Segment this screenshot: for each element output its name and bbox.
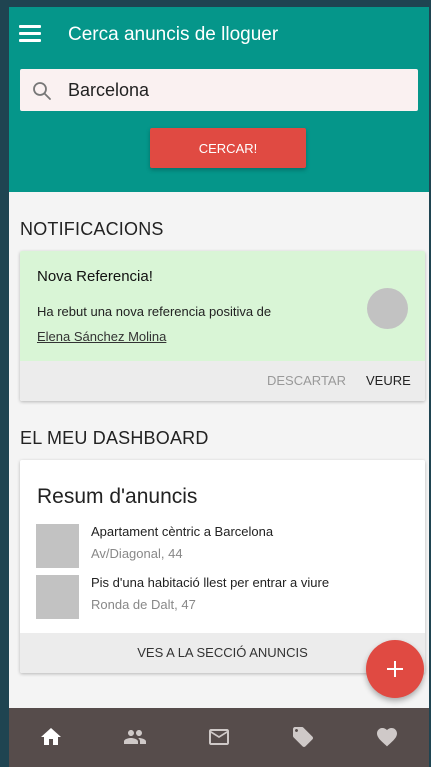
notification-card: Nova Referencia! Ha rebut una nova refer… bbox=[20, 251, 425, 401]
notification-actions: DESCARTAR VEURE bbox=[20, 361, 425, 401]
listing-thumbnail bbox=[36, 575, 79, 619]
bottom-navigation bbox=[9, 708, 429, 767]
heart-icon bbox=[377, 728, 397, 747]
search-bar[interactable] bbox=[20, 69, 418, 111]
listing-thumbnail bbox=[36, 524, 79, 568]
go-to-listings-button[interactable]: VES A LA SECCIÓ ANUNCIS bbox=[20, 633, 425, 673]
dismiss-button[interactable]: DESCARTAR bbox=[267, 361, 346, 401]
dashboard-card: Resum d'anuncis Apartament cèntric a Bar… bbox=[20, 460, 425, 673]
notification-text: Ha rebut una nova referencia positiva de bbox=[37, 304, 272, 319]
add-listing-button[interactable] bbox=[366, 640, 424, 698]
dashboard-actions: VES A LA SECCIÓ ANUNCIS bbox=[20, 633, 425, 673]
listing-address: Av/Diagonal, 44 bbox=[91, 546, 183, 561]
nav-favorites[interactable] bbox=[345, 708, 429, 767]
menu-icon[interactable] bbox=[19, 25, 41, 43]
referrer-link[interactable]: Elena Sánchez Molina bbox=[37, 329, 166, 344]
nav-offers[interactable] bbox=[261, 708, 345, 767]
avatar bbox=[367, 288, 408, 329]
plus-icon bbox=[387, 661, 403, 677]
app-screen: Cerca anuncis de lloguer CERCAR! NOTIFIC… bbox=[9, 7, 429, 767]
nav-people[interactable] bbox=[93, 708, 177, 767]
notification-body: Nova Referencia! Ha rebut una nova refer… bbox=[20, 251, 425, 361]
nav-messages[interactable] bbox=[177, 708, 261, 767]
listing-item[interactable]: Apartament cèntric a Barcelona Av/Diagon… bbox=[36, 524, 416, 568]
app-header: Cerca anuncis de lloguer CERCAR! bbox=[9, 7, 429, 192]
listing-title: Pis d'una habitació llest per entrar a v… bbox=[91, 575, 330, 590]
page-title: Cerca anuncis de lloguer bbox=[68, 24, 279, 45]
home-icon bbox=[41, 728, 61, 745]
listing-item[interactable]: Pis d'una habitació llest per entrar a v… bbox=[36, 575, 416, 619]
dashboard-section-title: EL MEU DASHBOARD bbox=[20, 428, 209, 448]
listings-summary-title: Resum d'anuncis bbox=[37, 485, 198, 508]
view-button[interactable]: VEURE bbox=[366, 361, 411, 401]
mail-icon bbox=[209, 729, 229, 745]
search-button[interactable]: CERCAR! bbox=[150, 128, 306, 168]
search-input[interactable] bbox=[68, 69, 408, 111]
listing-address: Ronda de Dalt, 47 bbox=[91, 597, 196, 612]
search-icon bbox=[33, 82, 51, 100]
tag-icon bbox=[293, 727, 313, 747]
notification-title: Nova Referencia! bbox=[37, 268, 153, 285]
nav-home[interactable] bbox=[9, 708, 93, 767]
notifications-section-title: NOTIFICACIONS bbox=[20, 219, 164, 239]
listing-title: Apartament cèntric a Barcelona bbox=[91, 524, 274, 539]
people-icon bbox=[124, 730, 146, 744]
